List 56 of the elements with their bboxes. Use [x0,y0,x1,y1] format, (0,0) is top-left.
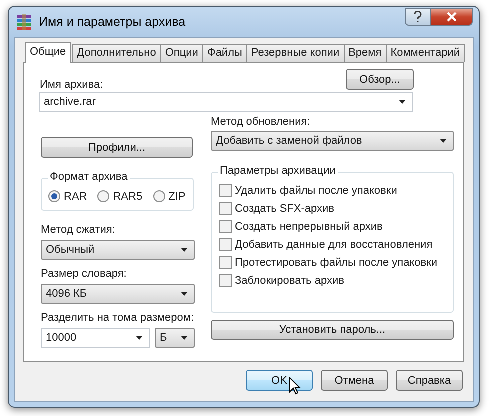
dialog-button[interactable]: Отмена [321,370,388,391]
checkbox[interactable] [219,220,232,233]
group-title: Формат архива [48,171,130,183]
checkbox[interactable] [219,184,232,197]
help-button[interactable] [405,8,431,26]
tab[interactable]: Общие [25,42,72,63]
compression-method-combo[interactable]: Обычный [41,240,195,260]
app-icon [16,14,32,30]
dropdown-arrow-icon[interactable] [181,336,188,340]
radio-label: RAR [64,190,88,202]
checkbox-label: Протестировать файлы после упаковки [235,256,438,268]
dropdown-arrow-icon[interactable] [181,248,188,252]
checkbox-label: Удалить файлы после упаковки [235,184,398,196]
checkbox-label: Создать SFX-архив [235,202,335,214]
dropdown-arrow-icon[interactable] [136,336,143,340]
field-label: Метод обновления: [211,116,312,129]
dialog-button[interactable]: Справка [396,370,463,391]
browse-button[interactable]: Обзор... [346,69,414,90]
tab[interactable]: Время [344,44,387,62]
tab[interactable]: Файлы [202,44,248,62]
checkbox-label: Заблокировать архив [235,274,344,286]
checkbox-label: Добавить данные для восстановления [235,238,433,250]
help-icon[interactable] [413,11,423,23]
update-method-combo[interactable]: Добавить с заменой файлов [211,131,454,151]
checkbox[interactable] [219,274,232,287]
unit-combo[interactable]: Б [155,328,195,348]
radio-button[interactable] [48,190,61,203]
archive-name-combo[interactable]: archive.rar [39,92,413,112]
mouse-pointer-icon [289,377,301,395]
close-button[interactable] [431,8,473,26]
volume-size-combo[interactable]: 10000 [41,328,150,348]
radio-button[interactable] [152,190,166,203]
close-icon[interactable] [446,12,456,22]
dropdown-arrow-icon[interactable] [399,100,406,104]
tab[interactable]: Дополнительно [72,44,162,62]
profiles-button[interactable]: Профили... [41,137,193,158]
tab[interactable]: Резервные копии [246,44,345,62]
dropdown-arrow-icon[interactable] [181,292,188,296]
group-title: Параметры архивации [218,165,338,177]
checkbox[interactable] [219,256,232,269]
radio-button[interactable] [97,190,110,203]
field-label: Метод сжатия: [41,224,116,237]
field-label: Разделить на тома размером: [41,312,195,325]
radio-label: ZIP [168,190,186,202]
checkbox-label: Создать непрерывный архив [235,220,383,232]
radio-label: RAR5 [113,190,143,202]
dictionary-size-combo[interactable]: 4096 КБ [41,284,195,304]
dropdown-arrow-icon[interactable] [440,139,447,143]
checkbox[interactable] [219,238,232,251]
field-label: Имя архива: [40,79,104,92]
checkbox[interactable] [219,202,232,215]
field-label: Размер словаря: [41,268,128,281]
set-password-button[interactable]: Установить пароль... [211,320,454,340]
tab[interactable]: Комментарий [386,44,465,62]
window-title: Имя и параметры архива [39,15,187,29]
tab[interactable]: Опции [160,44,204,62]
